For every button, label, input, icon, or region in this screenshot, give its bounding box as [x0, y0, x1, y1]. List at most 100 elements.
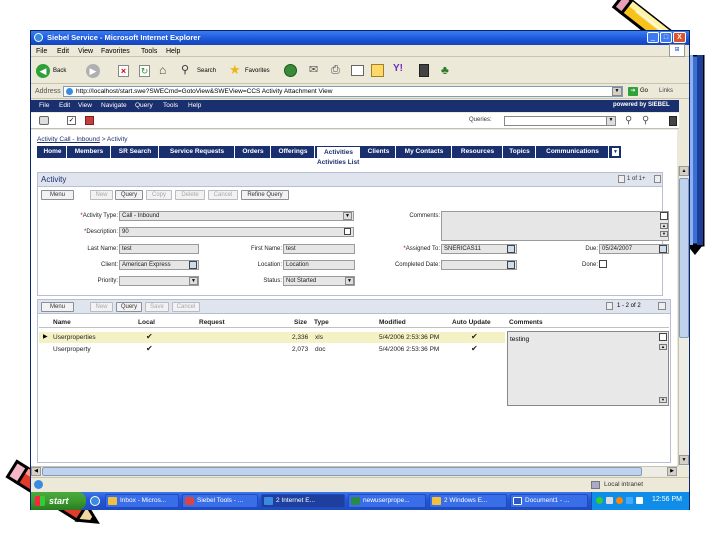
print-icon[interactable]: ⎙ [331, 64, 345, 76]
activity-new-button[interactable]: New [90, 190, 113, 200]
tray-icon-3[interactable] [616, 497, 623, 504]
col-name[interactable]: Name [53, 319, 71, 326]
address-dropdown-icon[interactable]: ▼ [612, 87, 622, 96]
siebel-menu-help[interactable]: Help [188, 102, 201, 109]
tray-icon-1[interactable] [596, 497, 603, 504]
activity-cancel-button[interactable]: Cancel [208, 190, 238, 200]
mail-icon[interactable]: ✉ [309, 64, 323, 76]
back-label[interactable]: Back [53, 68, 66, 74]
chevron-down-icon[interactable]: ▼ [606, 117, 615, 125]
maximize-button[interactable]: □ [660, 32, 672, 43]
tab-home[interactable]: Home [39, 146, 67, 158]
taskbar-item-internet-explorer[interactable]: 2 Internet E... [261, 494, 345, 508]
siebel-menu-view[interactable]: View [78, 102, 92, 109]
scroll-left-icon[interactable]: ◀ [31, 467, 41, 476]
checkbox-icon[interactable]: ✓ [67, 116, 76, 125]
quicklaunch-ie-icon[interactable] [90, 496, 100, 506]
start-button[interactable]: start [31, 492, 86, 510]
address-input[interactable]: http://localhost/start.swe?SWECmd=GotoVi… [63, 86, 623, 97]
taskbar-item-inbox[interactable]: Inbox - Micros... [105, 494, 179, 508]
people-icon[interactable]: ♣ [441, 63, 455, 77]
tab-topics[interactable]: Topics [504, 146, 536, 158]
taskbar-item-document1[interactable]: Document1 - ... [510, 494, 588, 508]
done-checkbox[interactable] [599, 260, 607, 268]
book-icon[interactable] [85, 116, 94, 125]
ie-menu-view[interactable]: View [78, 48, 93, 55]
ie-menu-file[interactable]: File [36, 48, 47, 55]
comments-scroll-down-icon[interactable]: ▼ [660, 231, 668, 237]
activity-copy-button[interactable]: Copy [146, 190, 172, 200]
query-search-icon[interactable]: ⚲ [625, 115, 632, 126]
attachments-cancel-button[interactable]: Cancel [172, 302, 200, 312]
activity-menu-button[interactable]: Menu [41, 190, 74, 200]
tab-my-contacts[interactable]: My Contacts [397, 146, 452, 158]
tab-members[interactable]: Members [68, 146, 111, 158]
priority-field[interactable] [119, 276, 199, 286]
attachments-menu-button[interactable]: Menu [41, 302, 74, 312]
col-modified[interactable]: Modified [379, 319, 406, 326]
ie-menu-favorites[interactable]: Favorites [101, 48, 130, 55]
ie-menu-tools[interactable]: Tools [141, 48, 157, 55]
description-expand-icon[interactable] [344, 228, 351, 235]
col-request[interactable]: Request [199, 319, 225, 326]
next-record-icon[interactable] [654, 175, 661, 183]
completed-date-calendar-icon[interactable] [507, 261, 515, 269]
taskbar-item-windows-explorer[interactable]: 2 Windows E... [429, 494, 507, 508]
vertical-scrollbar[interactable]: ▲ ▼ [678, 166, 689, 466]
attachment-comments-expand-icon[interactable] [659, 333, 667, 341]
status-dropdown-icon[interactable]: ▼ [345, 277, 354, 285]
tab-resources[interactable]: Resources [453, 146, 503, 158]
row1-name[interactable]: Userproperties [53, 334, 96, 341]
first-record-icon[interactable] [618, 175, 625, 183]
description-field[interactable]: 90 [119, 227, 354, 237]
scroll-right-icon[interactable]: ▶ [667, 467, 677, 476]
activity-query-button[interactable]: Query [115, 190, 143, 200]
discuss-icon[interactable] [371, 64, 384, 77]
edit-page-icon[interactable] [351, 65, 364, 76]
favorites-icon[interactable]: ★ [229, 63, 243, 77]
close-button[interactable]: X [673, 32, 686, 43]
links-button[interactable]: Links [659, 88, 673, 94]
activity-type-dropdown-icon[interactable]: ▼ [343, 212, 352, 220]
go-button[interactable]: Go [640, 88, 648, 94]
first-name-field[interactable]: test [283, 244, 355, 254]
subview-activities-list[interactable]: Activities List [317, 159, 359, 166]
query-refine-icon[interactable]: ⚲ [642, 115, 649, 126]
favorites-label[interactable]: Favorites [245, 68, 270, 74]
horizontal-scrollbar[interactable]: ◀ ▶ [31, 466, 678, 476]
stop-icon[interactable]: × [118, 65, 129, 77]
tray-icon-4[interactable] [626, 497, 633, 504]
assigned-to-picker-icon[interactable] [507, 245, 515, 253]
last-name-field[interactable]: test [119, 244, 199, 254]
breadcrumb-activity-call[interactable]: Activity Call - Inbound [37, 136, 100, 143]
go-arrow-icon[interactable]: ➔ [628, 87, 638, 96]
location-field[interactable]: Location [283, 260, 355, 270]
tray-icon-2[interactable] [606, 497, 613, 504]
siebel-menu-navigate[interactable]: Navigate [101, 102, 127, 109]
assigned-to-field[interactable]: SNERICAS11 [441, 244, 517, 254]
scroll-up-icon[interactable]: ▲ [679, 166, 689, 176]
siebel-menu-query[interactable]: Query [135, 102, 153, 109]
tray-icon-5[interactable] [636, 497, 643, 504]
tab-sr-search[interactable]: SR Search [112, 146, 159, 158]
comments-scroll-up-icon[interactable]: ▲ [660, 223, 668, 229]
queries-dropdown[interactable]: ▼ [504, 116, 616, 126]
binoculars-icon[interactable] [669, 116, 677, 126]
tab-communications[interactable]: Communications [537, 146, 609, 158]
taskbar-item-newuserproperties[interactable]: newuserprope... [348, 494, 426, 508]
col-comments[interactable]: Comments [509, 319, 543, 326]
tab-service-requests[interactable]: Service Requests [160, 146, 235, 158]
messenger-icon[interactable]: Y! [393, 63, 403, 74]
col-type[interactable]: Type [314, 319, 329, 326]
activity-refine-query-button[interactable]: Refine Query [241, 190, 289, 200]
forward-icon[interactable]: ▶ [86, 64, 100, 78]
taskbar-item-siebel-tools[interactable]: Siebel Tools - ... [182, 494, 258, 508]
activity-delete-button[interactable]: Delete [175, 190, 205, 200]
attachments-next-icon[interactable] [658, 302, 666, 310]
tab-offerings[interactable]: Offerings [272, 146, 315, 158]
tabs-more-chevron-icon[interactable]: ▼ [611, 147, 620, 157]
title-bar[interactable]: Siebel Service - Microsoft Internet Expl… [31, 31, 689, 45]
tab-clients[interactable]: Clients [362, 146, 396, 158]
row2-name[interactable]: Userproperty [53, 346, 91, 353]
minimize-button[interactable]: _ [647, 32, 659, 43]
